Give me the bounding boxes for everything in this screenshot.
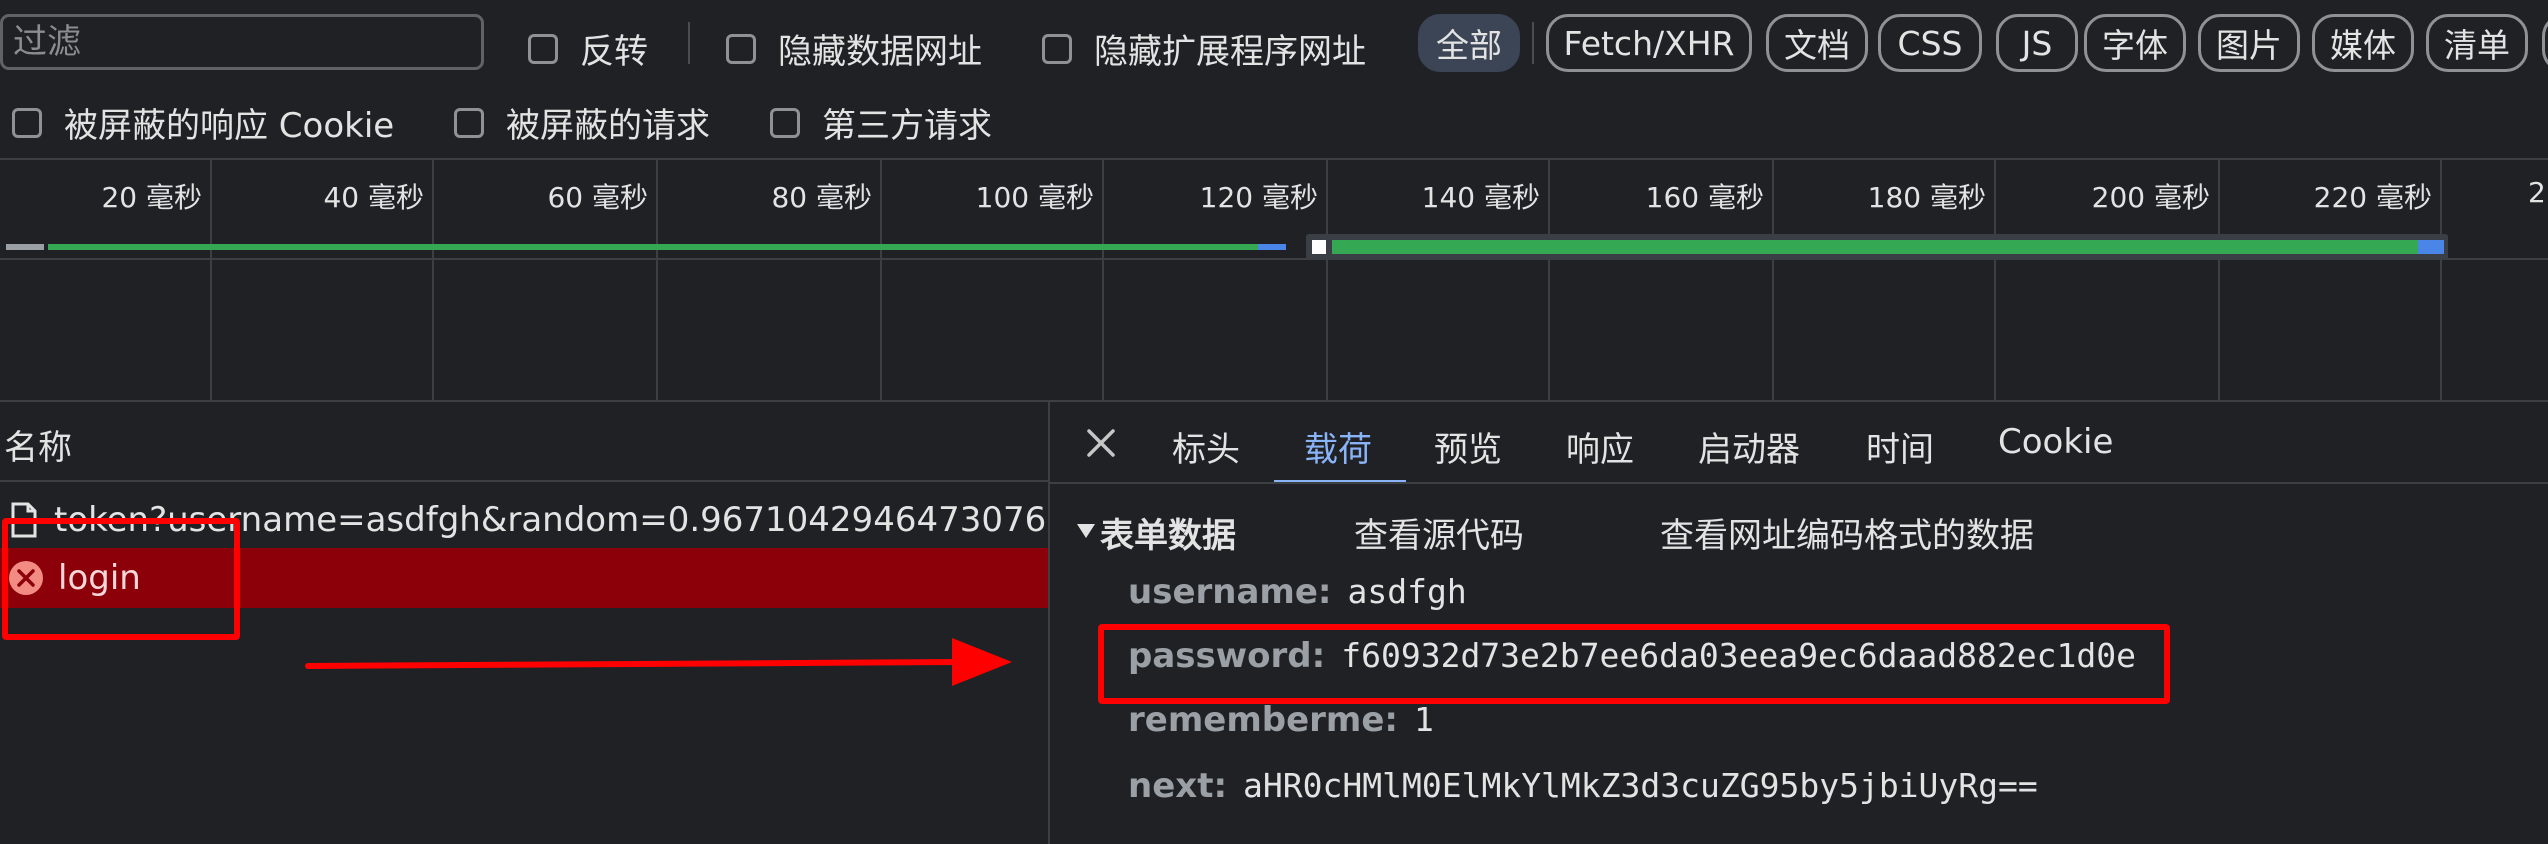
tab-initiator[interactable]: 启动器 <box>1698 422 1800 471</box>
blocked-requests-label: 被屏蔽的请求 <box>506 106 710 146</box>
filter-pill-js[interactable]: JS <box>1996 14 2078 72</box>
annotation-arrow <box>305 638 1012 686</box>
annotation-box-password <box>1098 624 2170 704</box>
timeline-bar-login-download <box>2418 240 2444 254</box>
filter-pill-manifest[interactable]: 清单 <box>2426 14 2528 72</box>
blocked-cookies-checkbox[interactable]: 被屏蔽的响应 Cookie <box>12 98 394 147</box>
third-party-checkbox[interactable]: 第三方请求 <box>770 98 992 147</box>
tab-response[interactable]: 响应 <box>1566 422 1634 471</box>
form-field-next: next: aHR0cHMlM0ElMkYlMkZ3d3cuZG95by5jbi… <box>1128 766 2038 806</box>
triangle-down-icon[interactable] <box>1076 522 1096 540</box>
hide-data-urls-checkbox[interactable]: 隐藏数据网址 <box>726 24 982 73</box>
timeline-gridline <box>432 160 434 400</box>
form-field-key: username: <box>1128 572 1332 612</box>
selection-handle-left[interactable] <box>1312 240 1326 254</box>
hide-extension-urls-label: 隐藏扩展程序网址 <box>1094 32 1366 72</box>
timeline-gridline <box>1326 160 1328 400</box>
toolbar-divider <box>688 22 690 64</box>
timeline-tick-label: 180 毫秒 <box>1867 181 1986 214</box>
tabs-divider <box>1050 482 2548 484</box>
checkbox-box[interactable] <box>12 107 42 138</box>
form-field-key: next: <box>1128 766 1228 806</box>
timeline-bar-login <box>1332 240 2418 254</box>
third-party-label: 第三方请求 <box>822 106 992 146</box>
tab-cookies[interactable]: Cookie <box>1998 422 2113 462</box>
blocked-requests-checkbox[interactable]: 被屏蔽的请求 <box>454 98 710 147</box>
tab-payload[interactable]: 载荷 <box>1304 422 1372 471</box>
timeline-gridline <box>1994 160 1996 400</box>
invert-checkbox[interactable]: 反转 <box>528 24 648 73</box>
tab-preview[interactable]: 预览 <box>1434 422 1502 471</box>
annotation-box-login <box>2 518 240 640</box>
timeline-tick-label: 60 毫秒 <box>547 181 648 214</box>
timeline-gridline <box>1772 160 1774 400</box>
view-url-encoded-link[interactable]: 查看网址编码格式的数据 <box>1660 508 2034 557</box>
tab-headers[interactable]: 标头 <box>1172 422 1240 471</box>
timeline-bar-token <box>48 244 1258 250</box>
view-source-link[interactable]: 查看源代码 <box>1354 508 1524 557</box>
hide-extension-urls-checkbox[interactable]: 隐藏扩展程序网址 <box>1042 24 1366 73</box>
form-field-value: 1 <box>1414 700 1434 739</box>
filter-pill-doc[interactable]: 文档 <box>1766 14 1868 72</box>
checkbox-box[interactable] <box>726 33 756 64</box>
filter-pill-all[interactable]: 全部 <box>1418 14 1520 72</box>
tab-timing[interactable]: 时间 <box>1866 422 1934 471</box>
checkbox-box[interactable] <box>770 107 800 138</box>
filter-pill-css[interactable]: CSS <box>1878 14 1982 72</box>
filter-pill-font[interactable]: 字体 <box>2084 14 2186 72</box>
form-field-value: asdfgh <box>1347 572 1467 611</box>
timeline-gridline <box>1102 160 1104 400</box>
timeline-tick-label: 80 毫秒 <box>771 181 872 214</box>
filter-pill-img[interactable]: 图片 <box>2198 14 2300 72</box>
timeline-tick-label: 20 毫秒 <box>101 181 202 214</box>
form-field-rememberme: rememberme: 1 <box>1128 700 1434 740</box>
timeline-gridline <box>656 160 658 400</box>
timeline-gridline <box>2218 160 2220 400</box>
timeline-gridline <box>2440 160 2442 400</box>
checkbox-box[interactable] <box>528 33 558 64</box>
timeline-tick-label: 2 <box>2528 176 2546 209</box>
timeline-bar-waiting <box>6 244 44 250</box>
header-divider <box>0 480 1048 482</box>
timeline-tick-label: 40 毫秒 <box>323 181 424 214</box>
form-field-username: username: asdfgh <box>1128 572 1467 612</box>
request-details-pane: 标头 载荷 预览 响应 启动器 时间 Cookie 表单数据 查看源代码 查看网… <box>1048 400 2548 844</box>
form-field-key: rememberme: <box>1128 700 1398 740</box>
hide-data-urls-label: 隐藏数据网址 <box>778 32 982 72</box>
timeline-tick-label: 100 毫秒 <box>975 181 1094 214</box>
timeline-bar-download <box>1258 244 1286 250</box>
filter-pill-media[interactable]: 媒体 <box>2312 14 2414 72</box>
invert-label: 反转 <box>580 32 648 72</box>
checkbox-box[interactable] <box>454 107 484 138</box>
timeline-gridline <box>1548 160 1550 400</box>
timeline-tick-label: 140 毫秒 <box>1421 181 1540 214</box>
filter-pill-fetch-xhr[interactable]: Fetch/XHR <box>1546 14 1752 72</box>
timeline-gridline <box>880 160 882 400</box>
timeline-tick-label: 220 毫秒 <box>2313 181 2432 214</box>
filter-input[interactable] <box>0 14 484 70</box>
form-field-value: aHR0cHMlM0ElMkYlMkZ3d3cuZG95by5jbiUyRg== <box>1243 766 2038 805</box>
timeline-tick-label: 200 毫秒 <box>2091 181 2210 214</box>
timeline-tick-label: 120 毫秒 <box>1199 181 1318 214</box>
checkbox-box[interactable] <box>1042 33 1072 64</box>
close-icon[interactable] <box>1084 426 1118 460</box>
toolbar-divider <box>1532 22 1534 64</box>
form-data-section-title[interactable]: 表单数据 <box>1100 508 1236 557</box>
timeline-overview[interactable]: 20 毫秒 40 毫秒 60 毫秒 80 毫秒 100 毫秒 120 毫秒 14… <box>0 158 2548 402</box>
timeline-gridline <box>210 160 212 400</box>
name-column-header[interactable]: 名称 <box>4 420 72 469</box>
blocked-cookies-label: 被屏蔽的响应 Cookie <box>64 106 395 146</box>
filter-pill-overflow[interactable] <box>2542 14 2548 72</box>
timeline-tick-label: 160 毫秒 <box>1645 181 1764 214</box>
